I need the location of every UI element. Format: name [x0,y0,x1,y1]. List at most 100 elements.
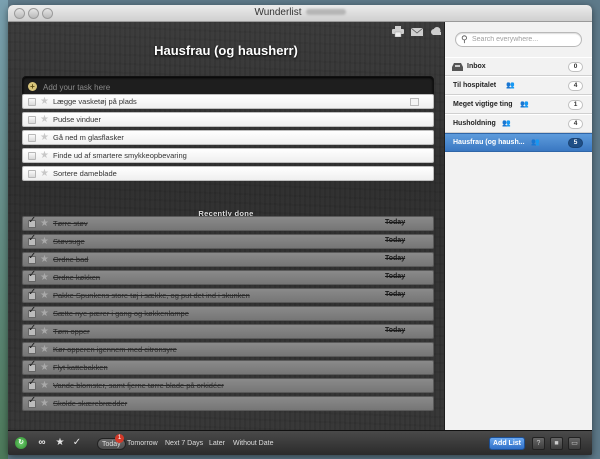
task-text: Flyt kattebakken [53,363,108,372]
task-row[interactable]: ★ Finde ud af smartere smykkeopbevaring [22,148,434,163]
done-icon[interactable]: ✓ [71,437,83,449]
add-icon: + [28,82,37,91]
done-task-row[interactable]: ✓ ★ Pakke Spunkens store tøj i sække, og… [22,287,434,303]
task-row[interactable]: ★ Lægge vasketøj på plads [22,94,434,109]
filter-later[interactable]: Later [205,438,229,450]
task-checkbox[interactable] [28,116,36,124]
sidebar-list-til-hospitalet[interactable]: Til hospitalet 👥 4 [445,76,592,95]
star-icon[interactable]: ★ [40,217,49,230]
star-icon[interactable]: ★ [40,167,49,180]
done-task-row[interactable]: ✓ ★ Sætte nye pærer i gang og køkkenlamp… [22,305,434,321]
list-title: Hausfrau (og hausherr) [154,43,298,58]
task-text: Pudse vinduer [53,115,101,124]
star-icon[interactable]: ★ [40,397,49,410]
done-task-row[interactable]: ✓ ★ Støvsuge Today [22,233,434,249]
mail-icon[interactable] [410,26,424,37]
list-name: Til hospitalet [453,82,497,89]
check-icon: ✓ [28,323,37,334]
filter-tomorrow[interactable]: Tomorrow [123,438,162,450]
due-date: Today [385,273,406,280]
starred-icon[interactable]: ★ [54,437,66,449]
task-text: Pakke Spunkens store tøj i sække, og put… [53,291,250,300]
note-icon[interactable] [410,98,419,106]
task-text: Vande blomster, samt fjerne tørre blade … [53,381,224,390]
done-task-row[interactable]: ✓ ★ Ordne bad Today [22,251,434,267]
star-icon[interactable]: ★ [40,343,49,356]
list-count-badge: 0 [568,62,583,72]
search-input[interactable] [472,34,578,45]
sidebar-list-husholdning[interactable]: Husholdning 👥 4 [445,114,592,133]
add-list-button[interactable]: Add List [489,437,525,450]
list-name: Inbox [467,63,486,70]
shared-users-icon: 👥 [531,139,540,146]
task-text: Støvsuge [53,237,85,246]
done-task-row[interactable]: ✓ ★ Flyt kattebakken [22,359,434,375]
star-icon[interactable]: ★ [40,307,49,320]
check-icon: ✓ [28,359,37,370]
done-task-row[interactable]: ✓ ★ Ordne køkken Today [22,269,434,285]
shared-users-icon: 👥 [520,101,529,108]
done-task-row[interactable]: ✓ ★ Tøm opper Today [22,323,434,339]
star-icon[interactable]: ★ [40,253,49,266]
add-task-input[interactable] [43,79,423,95]
check-icon: ✓ [28,341,37,352]
star-icon[interactable]: ★ [40,235,49,248]
task-text: Finde ud af smartere smykkeopbevaring [53,151,187,160]
star-icon[interactable]: ★ [40,271,49,284]
due-date: Today [385,327,406,334]
window-title: Wunderlist [8,7,592,18]
done-task-row[interactable]: ✓ ★ Kør opperen igennem med citronsyre [22,341,434,357]
sidebar-list-hausfrau[interactable]: Hausfrau (og haush... 👥 5 [445,133,592,152]
star-icon[interactable]: ★ [40,289,49,302]
done-task-row[interactable]: ✓ ★ Tørre støv Today [22,215,434,231]
done-task-row[interactable]: ✓ ★ Skolde skærebrædder [22,395,434,411]
due-date: Today [385,219,406,226]
done-task-row[interactable]: ✓ ★ Vande blomster, samt fjerne tørre bl… [22,377,434,393]
task-checkbox[interactable] [28,98,36,106]
check-icon: ✓ [28,233,37,244]
star-icon[interactable]: ★ [40,325,49,338]
all-tasks-icon[interactable]: ∞ [36,437,48,449]
view-toggle-button[interactable]: ■ [550,437,563,450]
shared-users-icon: 👥 [506,82,515,89]
filter-next-7-days[interactable]: Next 7 Days [161,438,207,450]
inbox-icon [452,63,463,71]
cloud-icon[interactable] [430,26,442,37]
filter-without-date[interactable]: Without Date [229,438,277,450]
app-window: Wunderlist Hausfrau (og hausherr) + ★ Læ… [8,5,592,455]
list-name: Husholdning [453,120,496,127]
help-button[interactable]: ? [532,437,545,450]
task-row[interactable]: ★ Pudse vinduer [22,112,434,127]
task-text: Tøm opper [53,327,90,336]
print-icon[interactable] [392,26,404,38]
list-actions [392,26,442,38]
sidebar-list-inbox[interactable]: Inbox 0 [445,57,592,76]
task-text: Sortere dameblade [53,169,117,178]
list-name: Meget vigtige ting [453,101,513,108]
due-date: Today [385,291,406,298]
star-icon[interactable]: ★ [40,95,49,108]
list-count-badge: 4 [568,81,583,91]
shared-users-icon: 👥 [502,120,511,127]
check-icon: ✓ [28,395,37,406]
task-checkbox[interactable] [28,134,36,142]
star-icon[interactable]: ★ [40,379,49,392]
search-box[interactable]: ⚲ [455,32,582,47]
filter-today[interactable]: Today 1 [97,434,126,450]
task-checkbox[interactable] [28,152,36,160]
task-row[interactable]: ★ Sortere dameblade [22,166,434,181]
task-checkbox[interactable] [28,170,36,178]
star-icon[interactable]: ★ [40,149,49,162]
task-row[interactable]: ★ Gå ned m glasflasker [22,130,434,145]
sync-logo-icon[interactable]: ↻ [15,437,27,449]
task-text: Kør opperen igennem med citronsyre [53,345,177,354]
star-icon[interactable]: ★ [40,131,49,144]
layout-toggle-button[interactable]: ▭ [568,437,581,450]
star-icon[interactable]: ★ [40,361,49,374]
star-icon[interactable]: ★ [40,113,49,126]
check-icon: ✓ [28,215,37,226]
task-text: Tørre støv [53,219,88,228]
bottom-bar: ↻ ∞ ★ ✓ Today 1 Tomorrow Next 7 Days Late… [8,430,592,455]
sidebar-list-meget-vigtige-ting[interactable]: Meget vigtige ting 👥 1 [445,95,592,114]
sidebar: ⚲ Inbox 0 Til hospitalet 👥 4 Meget vigti… [444,22,592,430]
